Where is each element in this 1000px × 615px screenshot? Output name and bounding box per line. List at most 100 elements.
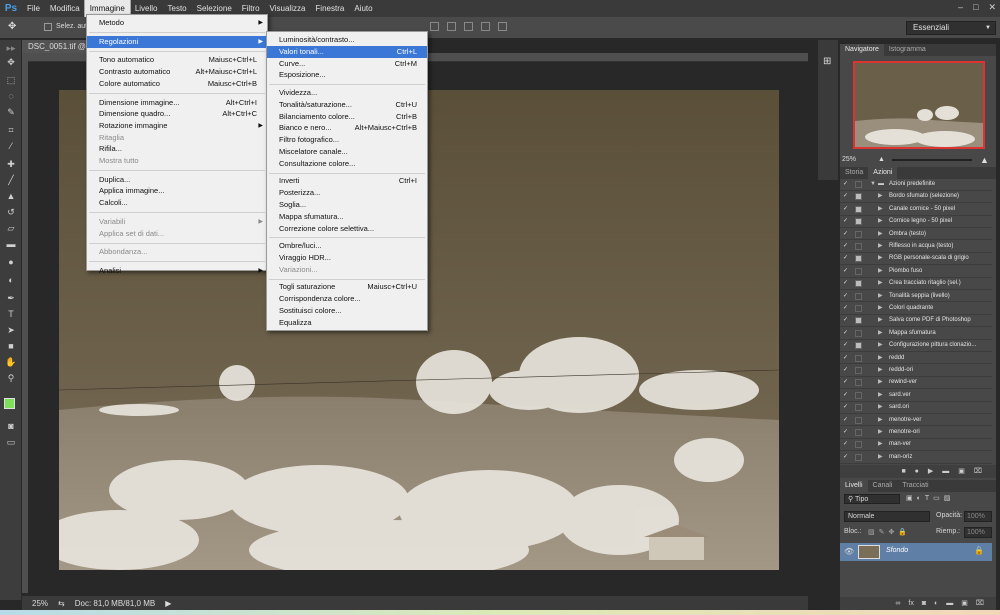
dialog-toggle[interactable] xyxy=(855,218,862,226)
action-row[interactable]: ✓ ▶ Bordo sfumato (selezione) xyxy=(840,191,992,204)
align-hcenter-button[interactable] xyxy=(498,22,507,31)
chevron-right-icon[interactable]: ▶ xyxy=(878,427,883,438)
dialog-toggle[interactable] xyxy=(855,193,862,201)
check-icon[interactable]: ✓ xyxy=(843,365,848,376)
menu-item[interactable]: Duplica... xyxy=(87,174,267,186)
chevron-right-icon[interactable]: ▶ xyxy=(878,253,883,264)
auto-select-checkbox[interactable] xyxy=(44,23,52,31)
trash-icon[interactable]: ⌧ xyxy=(976,597,984,610)
zoom-in-icon[interactable]: ▲ xyxy=(980,154,989,166)
action-row[interactable]: ✓ ▶ Tonalità seppia (livello) xyxy=(840,291,992,303)
action-row[interactable]: ✓ ▶ Canale cornice - 50 pixel xyxy=(840,204,992,216)
menu-visualizza[interactable]: Visualizza xyxy=(265,0,311,17)
adjustment-icon[interactable]: ◐ xyxy=(934,597,938,610)
status-zoom[interactable]: 25% xyxy=(32,599,48,608)
dialog-toggle[interactable] xyxy=(855,329,862,337)
mask-icon[interactable]: ◙ xyxy=(922,597,926,610)
chevron-right-icon[interactable]: ▶ xyxy=(878,415,883,426)
menu-item[interactable]: Consultazione colore... xyxy=(267,158,427,170)
action-row[interactable]: ✓ ▶ reddd xyxy=(840,353,992,365)
dialog-toggle[interactable] xyxy=(855,280,862,288)
action-row[interactable]: ✓ ▶ rewind-ver xyxy=(840,377,992,390)
menu-item[interactable]: Metodo ▶ xyxy=(87,17,267,29)
action-row[interactable]: ✓ ▶ menotre-ori xyxy=(840,427,992,439)
action-row[interactable]: ✓ ▶ Ombra (testo) xyxy=(840,229,992,241)
menu-item[interactable]: Contrasto automatico Alt+Maiusc+Ctrl+L xyxy=(87,66,267,78)
align-vcenter-button[interactable] xyxy=(447,22,456,31)
action-row[interactable]: ✓ ▼ ▬ Azioni predefinite xyxy=(840,179,992,191)
dialog-toggle[interactable] xyxy=(855,305,862,312)
menu-item[interactable]: Tonalità/saturazione... Ctrl+U xyxy=(267,99,427,111)
action-row[interactable]: ✓ ▶ Cornice legno - 50 pixel xyxy=(840,216,992,228)
check-icon[interactable]: ✓ xyxy=(843,229,848,240)
record-icon[interactable]: ● xyxy=(915,465,919,478)
navigator-zoom[interactable]: 25% xyxy=(842,156,856,163)
dialog-toggle[interactable] xyxy=(855,391,862,399)
panel-icon[interactable]: ⊞ xyxy=(823,56,831,67)
chevron-right-icon[interactable]: ▶ xyxy=(878,241,883,252)
tab-navigator[interactable]: Navigatore xyxy=(840,44,884,56)
chevron-right-icon[interactable]: ▶ xyxy=(878,390,883,401)
action-row[interactable]: ✓ ▶ reddd-ori xyxy=(840,365,992,377)
action-row[interactable]: ✓ ▶ Configurazione pittura clonazio... xyxy=(840,340,992,352)
chevron-right-icon[interactable]: ▶ xyxy=(878,191,883,202)
menu-item[interactable]: Luminosità/contrasto... xyxy=(267,34,427,46)
layer-row[interactable]: 👁 Sfondo 🔒 xyxy=(840,543,992,561)
dialog-toggle[interactable] xyxy=(855,453,862,461)
action-row[interactable]: ✓ ▶ Salva come PDF di Photoshop xyxy=(840,315,992,328)
tab-paths[interactable]: Tracciati xyxy=(897,480,933,492)
chevron-right-icon[interactable]: ▶ xyxy=(878,216,883,227)
fill-field[interactable]: 100% xyxy=(964,527,992,538)
menu-item[interactable]: Sostituisci colore... xyxy=(267,305,427,317)
fx-icon[interactable]: fx xyxy=(908,597,913,610)
check-icon[interactable]: ✓ xyxy=(843,402,848,413)
gradient-tool-icon[interactable]: ▬ xyxy=(5,240,17,249)
menu-item[interactable]: Esposizione... xyxy=(267,69,427,81)
menu-modifica[interactable]: Modifica xyxy=(45,0,85,17)
align-bottom-button[interactable] xyxy=(464,22,473,31)
chevron-right-icon[interactable]: ▶ xyxy=(878,340,883,351)
menu-file[interactable]: File xyxy=(22,0,45,17)
chevron-right-icon[interactable]: ▶ xyxy=(878,402,883,413)
dialog-toggle[interactable] xyxy=(855,292,862,300)
move-tool-icon[interactable]: ✥ xyxy=(8,21,16,32)
chevron-right-icon[interactable]: ▶ xyxy=(878,278,883,289)
opacity-field[interactable]: 100% xyxy=(964,511,992,522)
align-left-button[interactable] xyxy=(481,22,490,31)
healing-brush-tool-icon[interactable]: ✚ xyxy=(5,160,17,169)
chevron-right-icon[interactable]: ▶ xyxy=(878,328,883,339)
move-tool-icon[interactable]: ✥ xyxy=(5,58,17,67)
menu-item[interactable]: Applica immagine... xyxy=(87,185,267,197)
menu-item[interactable]: Rotazione immagine ▶ xyxy=(87,120,267,132)
lock-icons[interactable]: ▨✎✥🔒 xyxy=(868,528,911,536)
menu-item[interactable]: Inverti Ctrl+I xyxy=(267,175,427,187)
dialog-toggle[interactable] xyxy=(855,379,862,387)
new-layer-icon[interactable]: ▣ xyxy=(961,597,968,610)
pen-tool-icon[interactable]: ✒ xyxy=(5,294,17,303)
check-icon[interactable]: ✓ xyxy=(843,328,848,339)
eraser-tool-icon[interactable]: ▱ xyxy=(5,224,17,233)
tab-history[interactable]: Storia xyxy=(840,167,868,179)
align-top-button[interactable] xyxy=(430,22,439,31)
history-brush-tool-icon[interactable]: ↺ xyxy=(5,208,17,217)
action-row[interactable]: ✓ ▶ man-ver xyxy=(840,439,992,452)
trash-icon[interactable]: ⌧ xyxy=(974,465,982,478)
maximize-button[interactable]: □ xyxy=(973,2,978,13)
action-row[interactable]: ✓ ▶ Mappa sfumatura xyxy=(840,328,992,340)
dialog-toggle[interactable] xyxy=(855,267,862,275)
new-action-icon[interactable]: ▣ xyxy=(958,465,965,478)
dialog-toggle[interactable] xyxy=(855,367,862,374)
chevron-right-icon[interactable]: ▶ xyxy=(878,204,883,215)
check-icon[interactable]: ✓ xyxy=(843,340,848,351)
chevron-right-icon[interactable]: ▶ xyxy=(878,365,883,376)
dialog-toggle[interactable] xyxy=(855,317,862,325)
dialog-toggle[interactable] xyxy=(855,255,862,263)
chevron-right-icon[interactable]: ▶ xyxy=(878,315,883,326)
tab-channels[interactable]: Canali xyxy=(868,480,898,492)
check-icon[interactable]: ✓ xyxy=(843,266,848,277)
minimize-button[interactable]: – xyxy=(958,2,963,13)
menu-item[interactable]: Equalizza xyxy=(267,317,427,329)
menu-item[interactable]: Calcoli... xyxy=(87,197,267,209)
menu-item[interactable]: Rifila... xyxy=(87,143,267,155)
blend-mode-select[interactable]: Normale xyxy=(844,511,930,522)
